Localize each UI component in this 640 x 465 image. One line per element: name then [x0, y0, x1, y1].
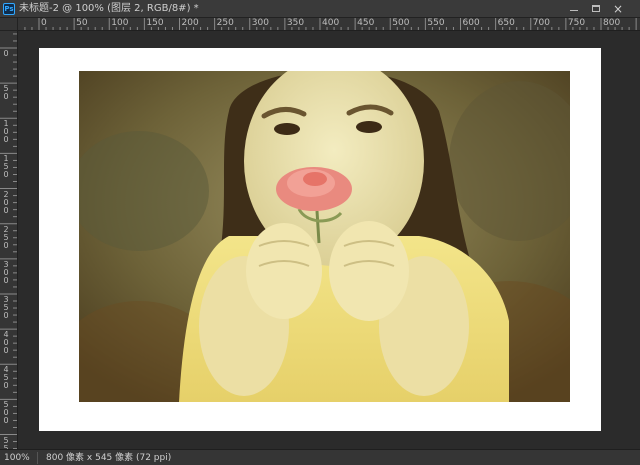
ruler-label: 50: [76, 18, 88, 28]
ruler-label: 550: [427, 18, 445, 28]
ruler-label: 0: [3, 49, 9, 58]
ruler-label: 500: [3, 400, 9, 426]
photoshop-app-icon: Ps: [3, 3, 15, 15]
ruler-label: 300: [251, 18, 269, 28]
document-tab-title[interactable]: 未标题-2 @ 100% (图层 2, RGB/8#) *: [19, 3, 199, 15]
ruler-label: 150: [3, 154, 9, 180]
ruler-label: 250: [216, 18, 234, 28]
close-button[interactable]: ×: [609, 2, 627, 16]
minimize-button[interactable]: [565, 2, 583, 16]
close-icon: ×: [612, 2, 624, 16]
ruler-label: 150: [146, 18, 164, 28]
vertical-ruler[interactable]: 0 50 100 150 200 250 300 350 400 450 500 550: [0, 31, 18, 449]
ruler-label: 550: [3, 435, 9, 449]
ruler-label: 0: [41, 18, 47, 28]
ruler-label: 400: [3, 330, 9, 356]
document-tab-bar: Ps 未标题-2 @ 100% (图层 2, RGB/8#) * ×: [0, 0, 640, 18]
ruler-label: 350: [286, 18, 305, 28]
maximize-button[interactable]: [587, 2, 605, 16]
ruler-label: 750: [567, 18, 586, 28]
document-info[interactable]: 800 像素 x 545 像素 (72 ppi): [46, 452, 171, 464]
ruler-label: 300: [3, 259, 9, 285]
ruler-label: 800: [603, 18, 621, 28]
ruler-label: 200: [181, 18, 199, 28]
status-divider: [37, 452, 38, 464]
ruler-label: 650: [497, 18, 515, 28]
ruler-label: 600: [462, 18, 480, 28]
ruler-label: 400: [322, 18, 340, 28]
ruler-label: 450: [357, 18, 375, 28]
canvas-workspace[interactable]: [18, 31, 640, 449]
ruler-label: 350: [3, 294, 9, 320]
maximize-icon: [592, 5, 600, 12]
photo-layer[interactable]: [79, 71, 570, 402]
ruler-label: 50: [3, 84, 9, 102]
ruler-label: 500: [392, 18, 410, 28]
ruler-label: 250: [3, 224, 9, 250]
status-bar: 100% 800 像素 x 545 像素 (72 ppi): [0, 449, 640, 465]
ruler-label: 100: [3, 119, 9, 145]
ruler-label: 100: [111, 18, 129, 28]
document-canvas[interactable]: [39, 48, 601, 431]
ruler-label: 700: [532, 18, 550, 28]
horizontal-ruler[interactable]: 0 50 100 150 200 250 300 350 400 450 500 550 600 650 7…: [18, 18, 640, 31]
ruler-origin[interactable]: [0, 18, 18, 31]
minimize-icon: [570, 10, 578, 11]
zoom-level-field[interactable]: 100%: [4, 452, 34, 464]
ruler-label: 450: [3, 365, 9, 391]
ruler-label: 200: [3, 189, 9, 215]
girl-with-rose-photo: [79, 71, 570, 402]
